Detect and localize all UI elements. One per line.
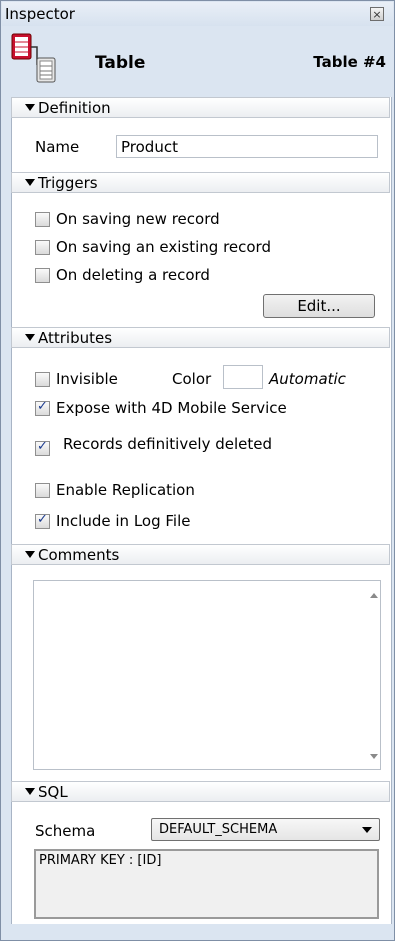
section-label: SQL: [38, 783, 68, 801]
inspector-header: Table Table #4: [9, 31, 390, 91]
section-label: Definition: [38, 99, 111, 117]
section-label: Comments: [38, 546, 120, 564]
triangle-down-icon: [25, 788, 35, 795]
checkbox[interactable]: [35, 240, 50, 255]
name-label: Name: [35, 138, 80, 156]
scroll-up-icon[interactable]: [370, 593, 378, 598]
comments-textarea[interactable]: [33, 580, 381, 770]
checkbox-checked-icon[interactable]: [35, 512, 50, 529]
schema-value: DEFAULT_SCHEMA: [159, 822, 278, 837]
section-triggers[interactable]: Triggers: [11, 172, 390, 193]
table-icon: [11, 33, 59, 85]
checkbox-label: Invisible: [56, 370, 118, 388]
sql-info-box: PRIMARY KEY : [ID]: [34, 849, 379, 919]
checkbox-label: Include in Log File: [56, 512, 191, 530]
triangle-down-icon: [25, 179, 35, 186]
checkbox-label: On saving new record: [56, 210, 220, 228]
checkbox-label: On saving an existing record: [56, 238, 271, 256]
scroll-down-icon[interactable]: [370, 754, 378, 759]
chevron-down-icon: [362, 827, 372, 833]
checkbox[interactable]: [35, 268, 50, 283]
close-icon[interactable]: ×: [370, 7, 384, 21]
checkbox-label: Expose with 4D Mobile Service: [56, 399, 287, 417]
title-bar[interactable]: Inspector ×: [2, 2, 393, 26]
section-comments[interactable]: Comments: [11, 544, 390, 565]
triangle-down-icon: [25, 334, 35, 341]
name-field[interactable]: Product: [116, 135, 378, 158]
color-swatch[interactable]: [223, 365, 263, 389]
checkbox[interactable]: [35, 372, 50, 387]
checkbox[interactable]: [35, 483, 50, 498]
schema-select[interactable]: DEFAULT_SCHEMA: [151, 818, 380, 841]
section-sql[interactable]: SQL: [11, 781, 390, 802]
schema-label: Schema: [35, 822, 96, 840]
window-title: Inspector: [5, 5, 75, 23]
triangle-down-icon: [25, 104, 35, 111]
checkbox-checked-icon[interactable]: [35, 399, 50, 416]
section-label: Triggers: [38, 174, 98, 192]
section-label: Attributes: [38, 329, 113, 347]
object-number: Table #4: [313, 53, 386, 71]
color-label: Color: [172, 370, 212, 388]
triangle-down-icon: [25, 551, 35, 558]
checkbox-checked-icon[interactable]: [35, 439, 50, 456]
color-value: Automatic: [269, 370, 346, 388]
section-definition[interactable]: Definition: [11, 97, 390, 118]
object-name: Table: [95, 53, 146, 73]
checkbox[interactable]: [35, 212, 50, 227]
inspector-window: Inspector × Table Table #4 Definition Na…: [0, 0, 395, 941]
section-attributes[interactable]: Attributes: [11, 327, 390, 348]
checkbox-label: On deleting a record: [56, 266, 210, 284]
checkbox-label: Records definitively deleted: [63, 435, 273, 453]
edit-button[interactable]: Edit...: [263, 294, 375, 318]
checkbox-label: Enable Replication: [56, 481, 195, 499]
